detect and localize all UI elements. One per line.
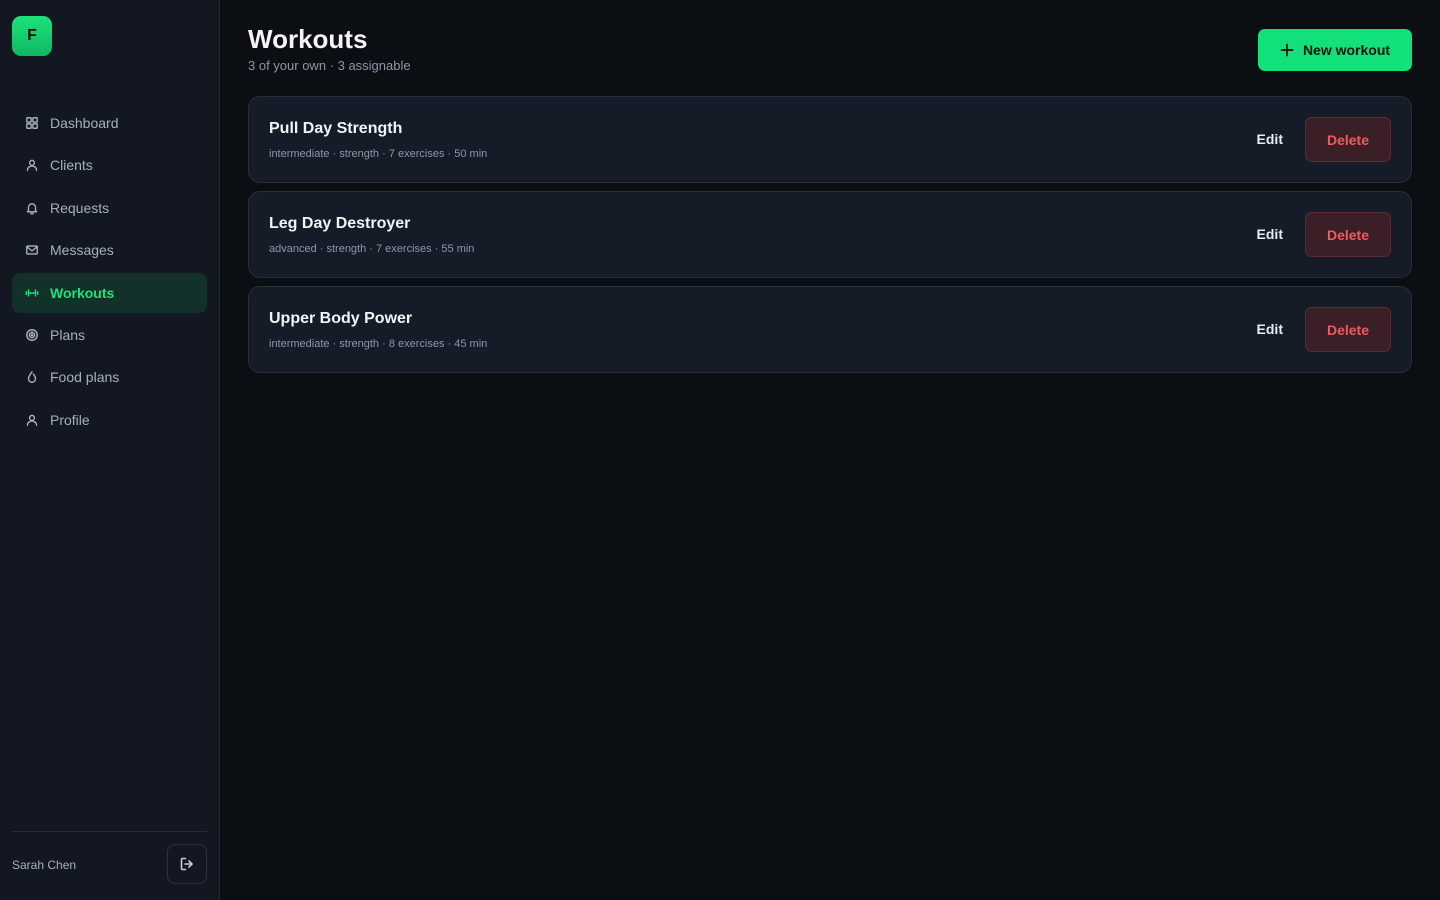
sidebar-item-workouts[interactable]: Workouts bbox=[12, 272, 207, 313]
new-workout-label: New workout bbox=[1302, 42, 1391, 58]
user-name: Sarah Chen bbox=[12, 858, 77, 872]
drop-icon bbox=[24, 369, 40, 385]
delete-button[interactable]: Delete bbox=[1305, 212, 1391, 257]
sidebar-item-profile[interactable]: Profile bbox=[12, 400, 207, 440]
sidebar-item-messages[interactable]: Messages bbox=[12, 230, 207, 270]
mail-icon bbox=[24, 242, 40, 258]
sidebar-item-label: Requests bbox=[50, 199, 110, 216]
plus-icon bbox=[1280, 43, 1294, 57]
sidebar-item-label: Messages bbox=[50, 242, 114, 259]
user-icon bbox=[24, 412, 40, 428]
sidebar-item-food-plans[interactable]: Food plans bbox=[12, 357, 207, 397]
sidebar: F Dashboard Clients Requests Messages Wo… bbox=[0, 0, 220, 900]
edit-button[interactable]: Edit bbox=[1257, 317, 1283, 341]
workout-meta: intermediate · strength · 8 exercises · … bbox=[269, 338, 488, 350]
sidebar-item-clients[interactable]: Clients bbox=[12, 145, 207, 185]
workout-meta: advanced · strength · 7 exercises · 55 m… bbox=[269, 243, 475, 255]
workout-card: Leg Day Destroyer advanced · strength · … bbox=[248, 191, 1412, 278]
logout-button[interactable] bbox=[167, 844, 207, 884]
delete-button[interactable]: Delete bbox=[1305, 117, 1391, 162]
workout-meta: intermediate · strength · 7 exercises · … bbox=[269, 148, 488, 160]
edit-button[interactable]: Edit bbox=[1257, 222, 1283, 246]
page-title: Workouts bbox=[248, 24, 368, 54]
sidebar-footer: Sarah Chen bbox=[12, 831, 207, 884]
grid-icon bbox=[24, 115, 40, 131]
dumbbell-icon bbox=[24, 285, 40, 301]
bell-icon bbox=[24, 200, 40, 216]
edit-button[interactable]: Edit bbox=[1257, 127, 1283, 151]
logout-icon bbox=[179, 856, 195, 872]
sidebar-item-dashboard[interactable]: Dashboard bbox=[12, 103, 207, 143]
workout-title: Upper Body Power bbox=[269, 310, 413, 327]
workout-title: Leg Day Destroyer bbox=[269, 215, 411, 232]
page-subtitle: 3 of your own · 3 assignable bbox=[248, 58, 411, 73]
new-workout-button[interactable]: New workout bbox=[1258, 29, 1412, 71]
sidebar-item-requests[interactable]: Requests bbox=[12, 188, 207, 228]
delete-button[interactable]: Delete bbox=[1305, 307, 1391, 352]
sidebar-item-label: Dashboard bbox=[50, 115, 119, 131]
user-icon bbox=[24, 157, 40, 173]
sidebar-item-label: Workouts bbox=[50, 284, 115, 301]
sidebar-item-label: Profile bbox=[50, 411, 90, 428]
target-icon bbox=[24, 327, 40, 343]
workout-list: Pull Day Strength intermediate · strengt… bbox=[248, 96, 1412, 381]
sidebar-item-label: Plans bbox=[50, 326, 86, 343]
workout-card: Upper Body Power intermediate · strength… bbox=[248, 286, 1412, 373]
sidebar-nav: Dashboard Clients Requests Messages Work… bbox=[12, 103, 207, 442]
sidebar-item-label: Food plans bbox=[50, 369, 120, 386]
workout-title: Pull Day Strength bbox=[269, 120, 403, 137]
sidebar-item-label: Clients bbox=[50, 157, 93, 174]
sidebar-item-plans[interactable]: Plans bbox=[12, 315, 207, 355]
workout-card: Pull Day Strength intermediate · strengt… bbox=[248, 96, 1412, 183]
app-logo[interactable]: F bbox=[12, 16, 52, 56]
